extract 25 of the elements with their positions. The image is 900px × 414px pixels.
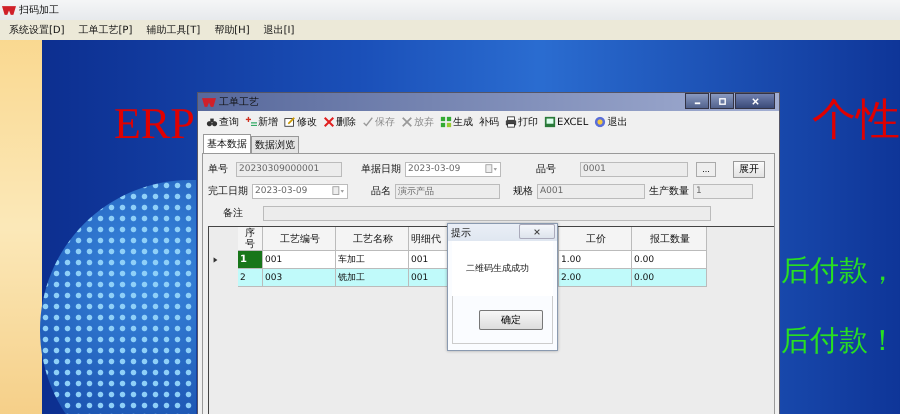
table-cell: 铣加工 xyxy=(336,269,409,287)
table-cell: 0.00 xyxy=(632,251,707,269)
window-title: 工单工艺 xyxy=(219,96,259,109)
field-label: 单据日期 xyxy=(361,162,401,176)
banner-text: 个性 xyxy=(812,98,900,142)
field-label: 品名 xyxy=(371,185,391,198)
banner-text: 后付款， xyxy=(781,256,897,285)
field-label: 品号 xyxy=(536,163,556,176)
table-cell: 1 xyxy=(238,251,263,269)
table-cell: 2 xyxy=(238,269,263,287)
table-cell: 2.00 xyxy=(559,269,632,287)
field-label: 生产数量 xyxy=(649,184,689,198)
table-cell: 0.00 xyxy=(632,269,707,287)
field-label: 规格 xyxy=(513,184,533,198)
banner-text: ERP xyxy=(114,102,195,146)
field-label: 完工日期 xyxy=(208,184,248,198)
banner-text: 后付款！ xyxy=(781,326,897,355)
app-title: 扫码加工 xyxy=(19,4,59,17)
dialog-title: 提示 xyxy=(451,226,471,240)
table-cell: 1.00 xyxy=(559,251,632,269)
field-label: 备注 xyxy=(223,206,243,220)
table-cell: 001 xyxy=(263,251,336,269)
table-cell: 车加工 xyxy=(336,251,409,269)
table-cell: 003 xyxy=(263,269,336,287)
field-label: 单号 xyxy=(208,162,228,176)
